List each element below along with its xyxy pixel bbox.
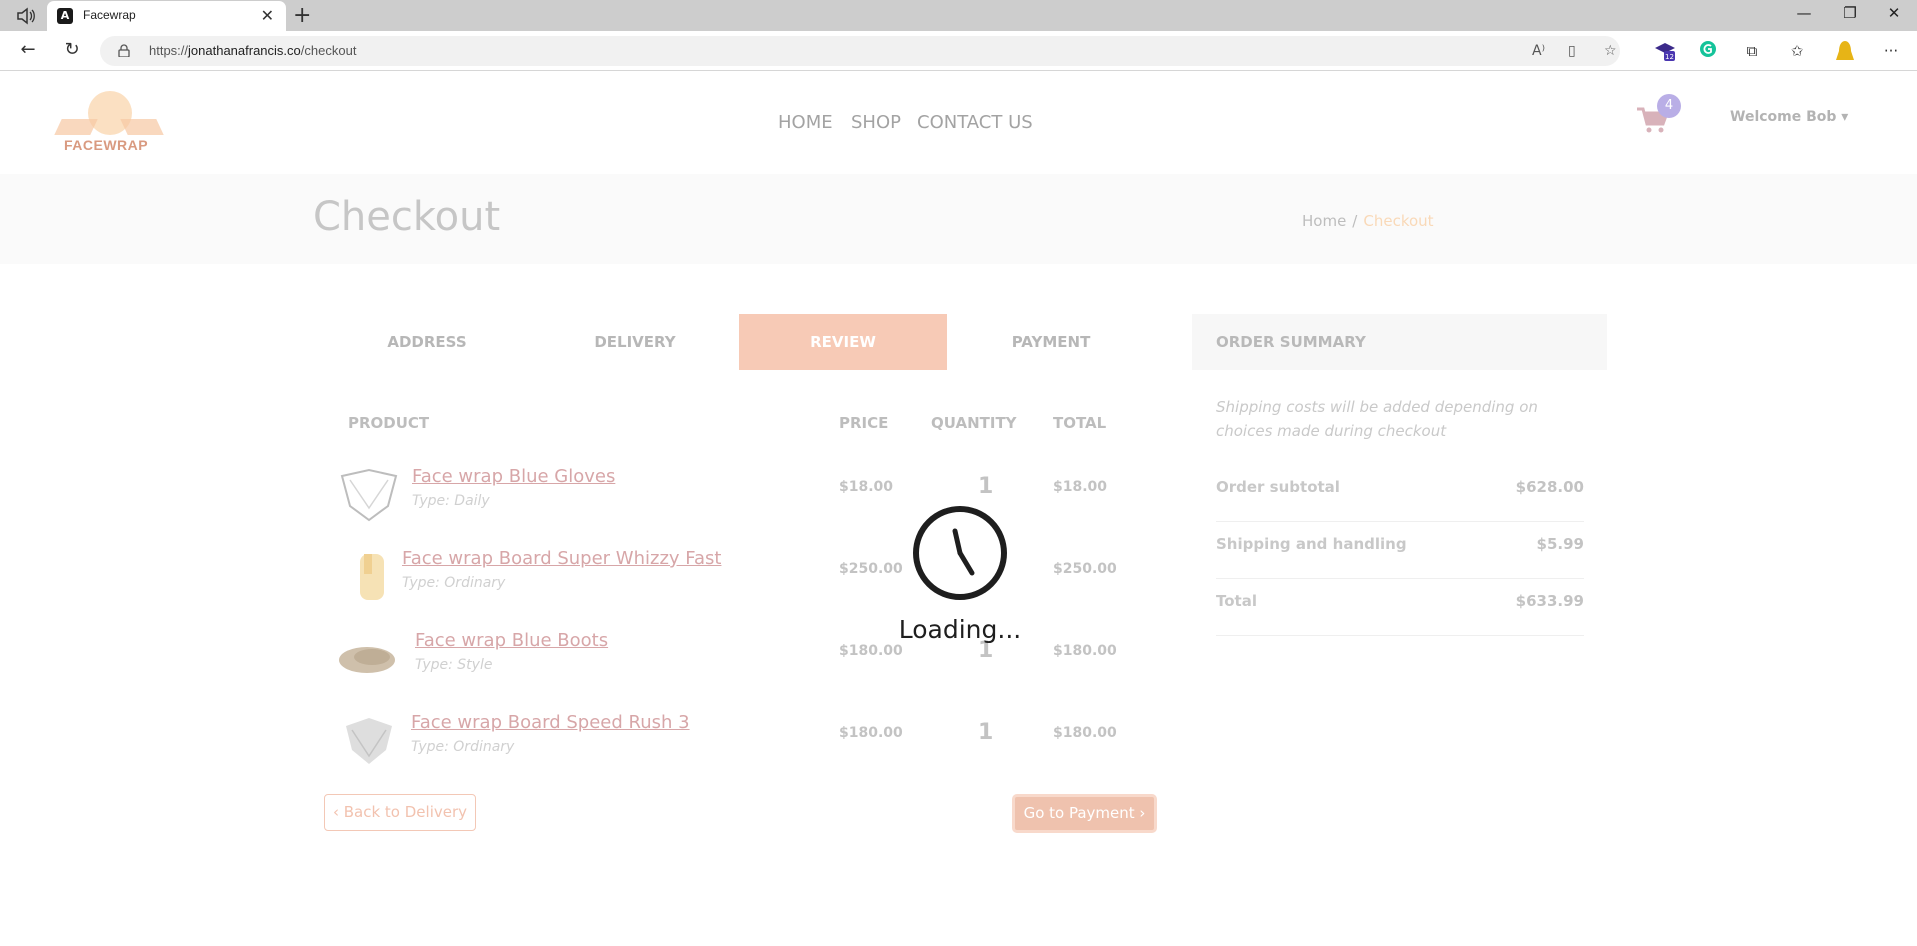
product-price: $250.00 xyxy=(839,561,903,577)
shipping-label: Shipping and handling xyxy=(1216,535,1407,553)
add-favorite-icon[interactable]: ☆ xyxy=(1604,43,1617,59)
header-quantity: QUANTITY xyxy=(931,414,1017,432)
close-window-icon[interactable]: ✕ xyxy=(1871,4,1917,22)
step-review[interactable]: REVIEW xyxy=(739,314,947,370)
url-text: https://jonathanafrancis.co/checkout xyxy=(149,43,356,58)
more-menu-icon[interactable]: ··· xyxy=(1880,40,1902,62)
breadcrumb: Home / Checkout xyxy=(1302,212,1434,230)
product-thumbnail[interactable] xyxy=(346,548,408,604)
product-type: Type: Style xyxy=(415,657,493,673)
subtotal-label: Order subtotal xyxy=(1216,478,1340,496)
product-name-link[interactable]: Face wrap Blue Boots xyxy=(415,630,608,651)
breadcrumb-current: Checkout xyxy=(1363,212,1434,230)
browser-tab[interactable]: A Facewrap ✕ xyxy=(47,1,286,31)
loading-indicator: Loading... xyxy=(898,505,1022,655)
total-label: Total xyxy=(1216,592,1257,610)
order-summary-header: ORDER SUMMARY xyxy=(1192,314,1607,370)
immersive-reader-icon[interactable]: ▯ xyxy=(1568,43,1576,59)
product-total: $180.00 xyxy=(1053,643,1117,659)
logo-wing-left xyxy=(54,119,98,135)
breadcrumb-home[interactable]: Home xyxy=(1302,212,1346,230)
total-value: $633.99 xyxy=(1515,592,1584,610)
user-menu[interactable]: Welcome Bob ▾ xyxy=(1730,109,1848,125)
page-title-band: Checkout Home / Checkout xyxy=(0,174,1917,264)
header-product: PRODUCT xyxy=(348,414,430,432)
summary-shipping-row: Shipping and handling $5.99 xyxy=(1216,522,1584,579)
product-name-link[interactable]: Face wrap Board Super Whizzy Fast xyxy=(402,548,721,569)
refresh-icon[interactable]: ↻ xyxy=(60,39,84,60)
profile-avatar-icon[interactable] xyxy=(1834,40,1856,62)
back-to-delivery-button[interactable]: ‹ Back to Delivery xyxy=(324,794,476,831)
url-path: /checkout xyxy=(300,43,357,58)
url-host: jonathanafrancis.co xyxy=(188,43,301,58)
shipping-note: Shipping costs will be added depending o… xyxy=(1216,398,1538,440)
product-type: Type: Daily xyxy=(412,493,490,509)
minimize-icon[interactable]: — xyxy=(1781,4,1827,22)
step-payment[interactable]: PAYMENT xyxy=(947,314,1155,370)
tab-title: Facewrap xyxy=(83,8,136,22)
product-type: Type: Ordinary xyxy=(411,739,515,755)
back-arrow-icon[interactable]: ← xyxy=(16,39,40,60)
logo-text: FACEWRAP xyxy=(64,137,149,153)
summary-total-row: Total $633.99 xyxy=(1216,579,1584,636)
address-bar: ← ↻ https://jonathanafrancis.co/checkout… xyxy=(0,31,1917,71)
product-thumbnail[interactable] xyxy=(338,712,400,768)
breadcrumb-separator: / xyxy=(1352,212,1358,230)
nav-contact[interactable]: CONTACT US xyxy=(917,112,1033,133)
caret-down-icon: ▾ xyxy=(1841,109,1849,125)
product-total: $250.00 xyxy=(1053,561,1117,577)
page-title: Checkout xyxy=(313,194,501,240)
extension-graduation-icon[interactable]: 12 xyxy=(1654,40,1676,62)
cart-count-badge: 4 xyxy=(1657,94,1681,118)
nav-home[interactable]: HOME xyxy=(778,112,833,133)
product-total: $180.00 xyxy=(1053,725,1117,741)
speaker-icon[interactable] xyxy=(16,7,38,25)
product-thumbnail[interactable] xyxy=(336,630,398,686)
site-header: FACEWRAP HOME SHOP CONTACT US 4 Welcome … xyxy=(0,71,1917,174)
shipping-value: $5.99 xyxy=(1536,535,1584,553)
order-summary-title: ORDER SUMMARY xyxy=(1216,333,1366,351)
nav-shop[interactable]: SHOP xyxy=(851,112,901,133)
product-price: $180.00 xyxy=(839,725,903,741)
header-total: TOTAL xyxy=(1053,414,1107,432)
product-name-link[interactable]: Face wrap Board Speed Rush 3 xyxy=(411,712,690,733)
product-quantity: 1 xyxy=(978,474,994,499)
product-thumbnail[interactable] xyxy=(338,466,400,522)
extension-badge: 12 xyxy=(1665,53,1674,61)
header-price: PRICE xyxy=(839,414,889,432)
table-row: Face wrap Board Speed Rush 3 Type: Ordin… xyxy=(336,712,1117,782)
logo-wing-right xyxy=(120,119,164,135)
close-tab-icon[interactable]: ✕ xyxy=(261,6,274,25)
step-delivery[interactable]: DELIVERY xyxy=(531,314,739,370)
product-price: $180.00 xyxy=(839,643,903,659)
restore-icon[interactable]: ❐ xyxy=(1827,4,1873,22)
product-type: Type: Ordinary xyxy=(402,575,506,591)
checkout-steps: ADDRESS DELIVERY REVIEW PAYMENT xyxy=(323,314,1090,370)
url-field[interactable]: https://jonathanafrancis.co/checkout A⁾ … xyxy=(100,36,1620,66)
read-aloud-icon[interactable]: A⁾ xyxy=(1532,43,1545,59)
lock-icon xyxy=(118,44,130,57)
product-price: $18.00 xyxy=(839,479,894,495)
summary-subtotal-row: Order subtotal $628.00 xyxy=(1216,465,1584,522)
url-scheme: https:// xyxy=(149,43,189,58)
go-to-payment-button[interactable]: Go to Payment › xyxy=(1012,794,1157,833)
extensions-puzzle-icon[interactable]: ⧉ xyxy=(1741,40,1763,62)
facewrap-logo[interactable]: FACEWRAP xyxy=(54,89,164,157)
product-name-link[interactable]: Face wrap Blue Gloves xyxy=(412,466,615,487)
loading-text: Loading... xyxy=(898,615,1022,644)
angular-favicon-icon: A xyxy=(57,8,73,24)
grammarly-icon[interactable] xyxy=(1697,40,1719,62)
subtotal-value: $628.00 xyxy=(1515,478,1584,496)
new-tab-icon[interactable]: + xyxy=(293,3,311,28)
step-address[interactable]: ADDRESS xyxy=(323,314,531,370)
welcome-text: Welcome Bob xyxy=(1730,109,1837,125)
product-quantity: 1 xyxy=(978,720,994,745)
browser-tab-strip: A Facewrap ✕ + — ❐ ✕ xyxy=(0,0,1917,31)
clock-icon xyxy=(913,506,1007,600)
product-total: $18.00 xyxy=(1053,479,1108,495)
favorites-icon[interactable]: ✩ xyxy=(1786,40,1808,62)
